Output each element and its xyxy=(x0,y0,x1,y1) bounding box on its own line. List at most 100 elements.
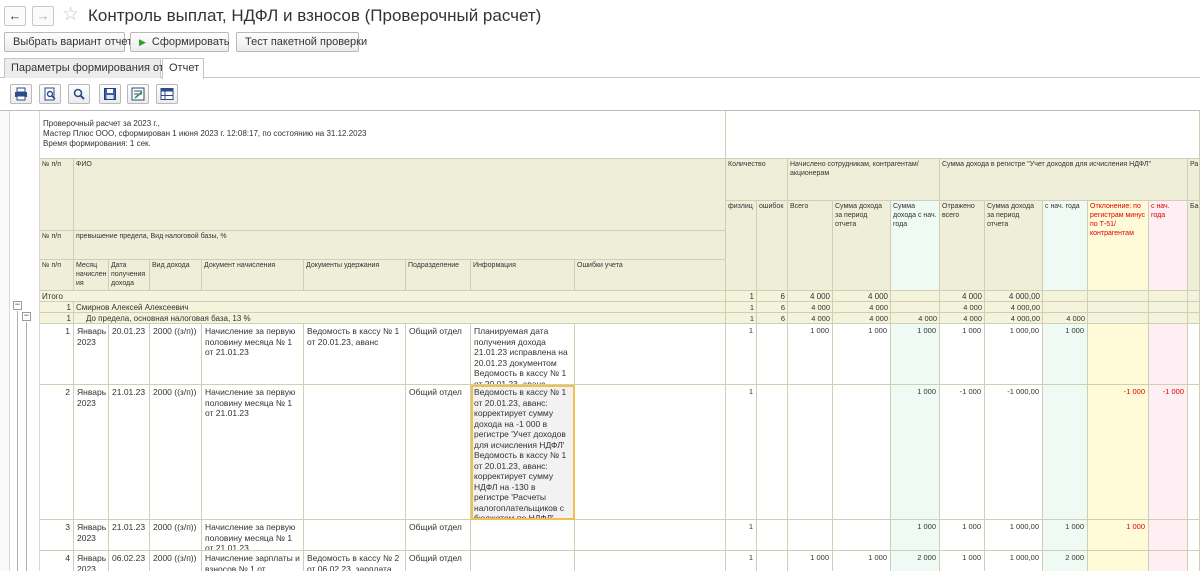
arrow-right-icon: → xyxy=(36,8,50,23)
row-accrued xyxy=(788,520,833,551)
total-accrued-period: 4 000 xyxy=(833,291,891,302)
save-button[interactable] xyxy=(99,84,121,104)
row-reg-start: 1 000 xyxy=(1043,520,1088,551)
row-department: Общий отдел xyxy=(406,520,471,551)
row-errors xyxy=(575,551,726,571)
employee-accrued-start xyxy=(891,302,940,313)
total-cut xyxy=(1188,291,1200,302)
row-reg-period: 1 000,00 xyxy=(985,551,1043,571)
row-deviation-start xyxy=(1149,520,1188,551)
header-cut-r: Ра xyxy=(1188,159,1200,201)
row-info[interactable]: Планируемая дата получения дохода 21.01.… xyxy=(471,324,575,385)
header-accrued-total: Всего xyxy=(788,201,833,291)
header-deviation: Отклонение: по регистрам минус по Т-51/к… xyxy=(1088,201,1149,291)
header-date: Дата получения дохода xyxy=(109,260,150,291)
report-sheet: − − Проверочный расчет за 2023 г., Масте… xyxy=(0,110,1200,571)
header-count-persons: физлиц xyxy=(726,201,757,291)
row-department: Общий отдел xyxy=(406,324,471,385)
tree-line xyxy=(17,311,18,571)
row-deduction-doc[interactable] xyxy=(304,385,406,520)
report-info-right xyxy=(726,111,1200,159)
collapse-icon[interactable]: − xyxy=(13,301,22,310)
print-preview-button[interactable] xyxy=(39,84,61,104)
favorite-star-icon[interactable]: ☆ xyxy=(62,4,79,26)
header-accrued: Начислено сотрудникам, контрагентам/акци… xyxy=(788,159,940,201)
row-accrued-period: 1 000 xyxy=(833,324,891,385)
row-income-kind: 2000 ((з/п)) xyxy=(150,520,202,551)
total-label: Итого xyxy=(40,291,726,302)
row-accrued-start: 1 000 xyxy=(891,385,940,520)
header-count: Количество xyxy=(726,159,788,201)
row-error-count xyxy=(757,385,788,520)
employee-persons: 1 xyxy=(726,302,757,313)
row-deduction-doc[interactable]: Ведомость в кассу № 2 от 06.02.23, зарпл… xyxy=(304,551,406,571)
page-title: Контроль выплат, НДФЛ и взносов (Проверо… xyxy=(88,6,542,25)
row-accrual-doc[interactable]: Начисление зарплаты и взносов № 1 от 31.… xyxy=(202,551,304,571)
row-month: Январь 2023 xyxy=(74,520,109,551)
print-button[interactable] xyxy=(10,84,32,104)
row-month: Январь 2023 xyxy=(74,385,109,520)
row-deduction-doc[interactable] xyxy=(304,520,406,551)
header-reg-total: Отражено всего xyxy=(940,201,985,291)
select-variant-button[interactable]: Выбрать вариант отчета xyxy=(4,32,138,52)
collapse-icon[interactable]: − xyxy=(22,312,31,321)
generate-button[interactable]: ▶ Сформировать xyxy=(130,32,229,52)
total-dev-start xyxy=(1149,291,1188,302)
row-accrued-period xyxy=(833,520,891,551)
base-accrued: 4 000 xyxy=(788,313,833,324)
row-reg: 1 000 xyxy=(940,551,985,571)
grouping-tree: − − xyxy=(10,111,40,571)
header-reg-period: Сумма дохода за период отчета xyxy=(985,201,1043,291)
row-info[interactable] xyxy=(471,551,575,571)
base-reg-start: 4 000 xyxy=(1043,313,1088,324)
employee-cut xyxy=(1188,302,1200,313)
row-accrual-doc[interactable]: Начисление за первую половину месяца № 1… xyxy=(202,385,304,520)
tab-report[interactable]: Отчет xyxy=(162,58,204,79)
base-label[interactable]: До предела, основная налоговая база, 13 … xyxy=(74,313,726,324)
header-reg-start: с нач. года xyxy=(1043,201,1088,291)
row-deviation: 1 000 xyxy=(1088,520,1149,551)
row-deviation-start: -1 000 xyxy=(1149,385,1188,520)
row-date: 21.01.23 xyxy=(109,385,150,520)
header-num-2: № п/п xyxy=(40,231,74,260)
edit-button[interactable] xyxy=(127,84,149,104)
base-cut xyxy=(1188,313,1200,324)
row-accrued-period xyxy=(833,385,891,520)
row-accrual-doc[interactable]: Начисление за первую половину месяца № 1… xyxy=(202,520,304,551)
batch-test-button[interactable]: Тест пакетной проверки xyxy=(236,32,367,52)
row-deviation-start xyxy=(1149,551,1188,571)
employee-name[interactable]: Смирнов Алексей Алексеевич xyxy=(74,302,726,313)
row-accrual-doc[interactable]: Начисление за первую половину месяца № 1… xyxy=(202,324,304,385)
header-errors: Ошибки учета xyxy=(575,260,726,291)
table-settings-button[interactable] xyxy=(156,84,178,104)
report-info: Проверочный расчет за 2023 г., Мастер Пл… xyxy=(40,111,726,159)
row-num: 3 xyxy=(40,520,74,551)
table-settings-icon xyxy=(160,88,174,100)
forward-button[interactable]: → xyxy=(32,6,54,26)
row-accrued: 1 000 xyxy=(788,551,833,571)
tab-params[interactable]: Параметры формирования отчета xyxy=(4,58,186,78)
arrow-left-icon: ← xyxy=(8,8,22,23)
row-deviation-start xyxy=(1149,324,1188,385)
employee-accrued: 4 000 xyxy=(788,302,833,313)
row-reg-start: 2 000 xyxy=(1043,551,1088,571)
row-income-kind: 2000 ((з/п)) xyxy=(150,385,202,520)
search-button[interactable] xyxy=(68,84,90,104)
row-reg-period: -1 000,00 xyxy=(985,385,1043,520)
header-income-kind: Вид дохода xyxy=(150,260,202,291)
employee-dev xyxy=(1088,302,1149,313)
row-info[interactable] xyxy=(471,520,575,551)
row-cut xyxy=(1188,385,1200,520)
header-department: Подразделение xyxy=(406,260,471,291)
back-button[interactable]: ← xyxy=(4,6,26,26)
row-deduction-doc[interactable]: Ведомость в кассу № 1 от 20.01.23, аванс xyxy=(304,324,406,385)
base-dev xyxy=(1088,313,1149,324)
header-deduction-doc: Документы удержания xyxy=(304,260,406,291)
base-reg: 4 000 xyxy=(940,313,985,324)
row-info-selected[interactable]: Ведомость в кассу № 1 от 20.01.23, аванс… xyxy=(471,385,575,520)
row-num: 4 xyxy=(40,551,74,571)
header-month: Месяц начислен ия xyxy=(74,260,109,291)
row-reg-start xyxy=(1043,385,1088,520)
employee-reg-start xyxy=(1043,302,1088,313)
row-error-count xyxy=(757,324,788,385)
